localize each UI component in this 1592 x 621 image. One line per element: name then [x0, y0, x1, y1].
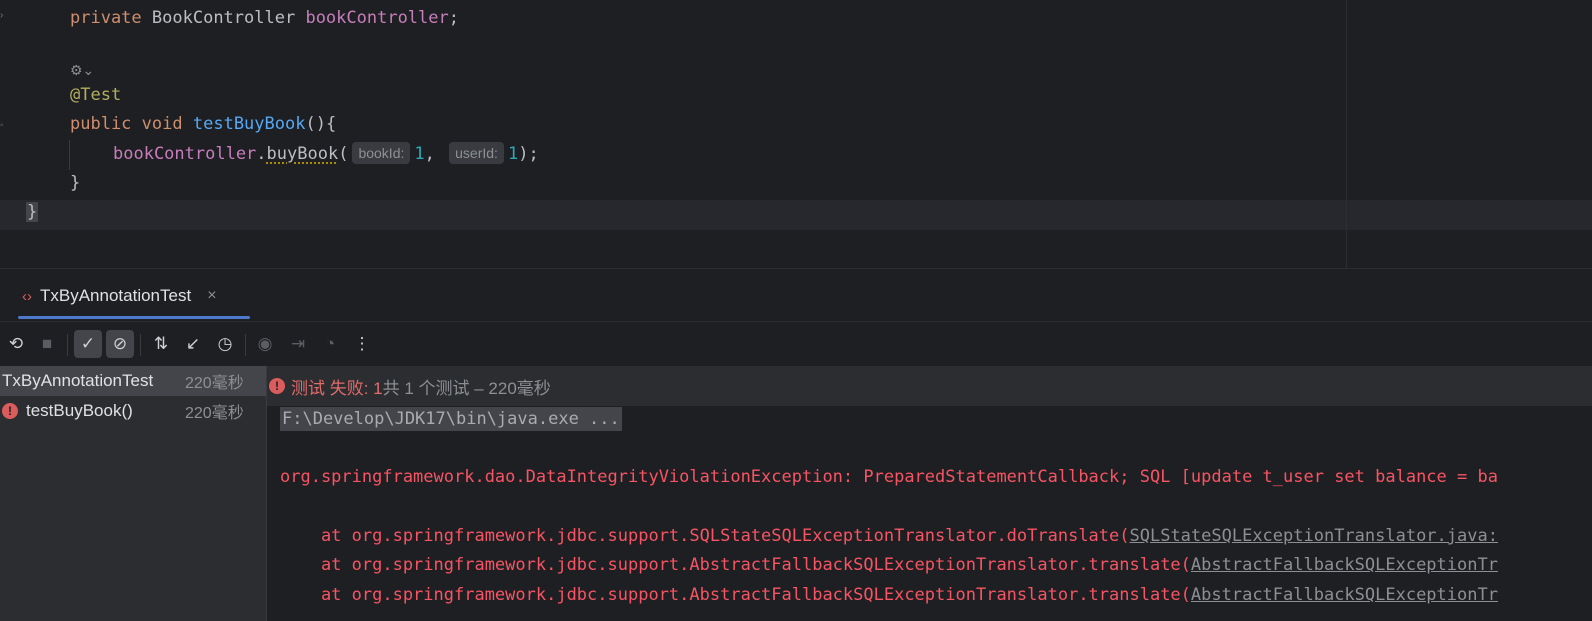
gutter-fold-icon[interactable]: › [0, 10, 3, 21]
method-paren: (){ [305, 114, 337, 134]
run-config-icon: ‹› [22, 287, 32, 305]
keyword-private: private [70, 8, 142, 28]
java-command[interactable]: F:\Develop\JDK17\bin\java.exe ... [280, 407, 622, 431]
close-class-brace: } [26, 202, 39, 222]
indent-guide [69, 140, 70, 170]
type-name: BookController [151, 8, 296, 28]
error-icon: ! [269, 378, 285, 394]
code-line-close-method: } [70, 168, 80, 198]
sort-icon[interactable]: ⇅ [147, 330, 175, 358]
call-dot: . [256, 144, 267, 164]
stack-line-text: at org.springframework.jdbc.support.SQLS… [280, 526, 1130, 546]
show-passed-icon[interactable]: ✓ [74, 330, 102, 358]
gutter-dot-icon[interactable]: ◦ [0, 120, 4, 131]
code-line-annotation: @Test [70, 80, 121, 110]
screenshot-icon[interactable]: ◉ [251, 330, 279, 358]
arg-bookid: 1 [414, 144, 425, 164]
test-annotation: @Test [70, 85, 122, 105]
code-line-field: private BookController bookController; [70, 3, 459, 33]
current-line-highlight [0, 200, 1346, 230]
right-margin-guide [1346, 0, 1347, 268]
current-line-highlight-right [1347, 200, 1592, 230]
test-runner-toolbar: ⟲ ■ ✓ ⊘ ⇅ ↙ ◷ ◉ ⇥ ◔ ⋮ [0, 321, 1592, 366]
coverage-icon[interactable]: ◔ [316, 330, 344, 358]
toolbar-separator [67, 334, 68, 356]
toolbar-separator [245, 334, 246, 356]
call-object: bookController [113, 144, 257, 164]
run-tool-window-header: ‹› TxByAnnotationTest × [0, 268, 1592, 321]
console-exception-line: org.springframework.dao.DataIntegrityVio… [280, 467, 1498, 487]
code-editor[interactable]: › ◦ private BookController bookControlle… [0, 0, 1592, 268]
close-icon[interactable]: × [207, 287, 216, 305]
keyword-public: public [70, 114, 132, 134]
tree-row-test[interactable]: ! testBuyBook() 220毫秒 [0, 396, 266, 426]
stack-source-link[interactable]: AbstractFallbackSQLExceptionTr [1191, 585, 1498, 605]
status-summary: 共 1 个测试 – 220毫秒 [382, 378, 551, 398]
console-cmd-line[interactable]: F:\Develop\JDK17\bin\java.exe ... [280, 407, 622, 431]
tab-run-config[interactable]: ‹› TxByAnnotationTest × [22, 281, 217, 311]
stack-line-text: at org.springframework.jdbc.support.Abst… [280, 555, 1191, 575]
more-options-icon[interactable]: ⋮ [348, 330, 376, 358]
keyword-void: void [141, 114, 183, 134]
stack-source-link[interactable]: AbstractFallbackSQLExceptionTr [1191, 555, 1498, 575]
call-comma: , [424, 144, 435, 164]
code-line-call: bookController.buyBook(bookId: 1, userId:… [113, 139, 539, 169]
param-hint-bookid: bookId: [352, 142, 411, 164]
param-hint-userid: userId: [449, 142, 504, 164]
stack-line: at org.springframework.jdbc.support.Abst… [280, 583, 1498, 607]
stack-line: at org.springframework.jdbc.support.Abst… [280, 553, 1498, 577]
call-open-paren: ( [338, 144, 349, 164]
tree-test-label: testBuyBook() [26, 401, 133, 420]
stop-icon[interactable]: ■ [33, 330, 61, 358]
inspection-gear-icon[interactable]: ⚙⌄ [70, 62, 94, 79]
test-status-bar: ! 测试 失败: 1 共 1 个测试 – 220毫秒 [267, 366, 1592, 406]
code-line-close-class: } [26, 197, 39, 227]
import-icon[interactable]: ⇥ [284, 330, 312, 358]
tree-root-label: TxByAnnotationTest [2, 371, 154, 390]
code-line-method-signature: public void testBuyBook(){ [70, 109, 336, 139]
tab-active-indicator [18, 316, 250, 319]
call-method[interactable]: buyBook [267, 144, 339, 164]
error-icon: ! [2, 403, 18, 419]
tree-root-time: 220毫秒 [185, 375, 244, 392]
tree-test-time: 220毫秒 [185, 405, 244, 422]
history-icon[interactable]: ◷ [211, 330, 239, 358]
call-close: ); [518, 144, 539, 164]
collapse-icon[interactable]: ↙ [179, 330, 207, 358]
stack-line-text: at org.springframework.jdbc.support.Abst… [280, 585, 1191, 605]
test-tree: TxByAnnotationTest 220毫秒 ! testBuyBook()… [0, 366, 267, 621]
semicolon: ; [448, 8, 459, 28]
method-name: testBuyBook [192, 114, 306, 134]
arg-userid: 1 [507, 144, 519, 164]
tab-label: TxByAnnotationTest [40, 286, 192, 305]
stack-source-link[interactable]: SQLStateSQLExceptionTranslator.java: [1130, 526, 1498, 546]
stack-line: at org.springframework.jdbc.support.SQLS… [280, 524, 1498, 548]
tree-row-root[interactable]: TxByAnnotationTest 220毫秒 [0, 366, 266, 396]
rerun-icon[interactable]: ⟲ [2, 330, 30, 358]
close-method-brace: } [70, 173, 81, 193]
toolbar-separator [140, 334, 141, 356]
field-name: bookController [305, 8, 449, 28]
show-ignored-icon[interactable]: ⊘ [106, 330, 134, 358]
status-fail-text: 测试 失败: 1 [291, 378, 383, 398]
console-output[interactable]: ! 测试 失败: 1 共 1 个测试 – 220毫秒 F:\Develop\JD… [267, 366, 1592, 621]
